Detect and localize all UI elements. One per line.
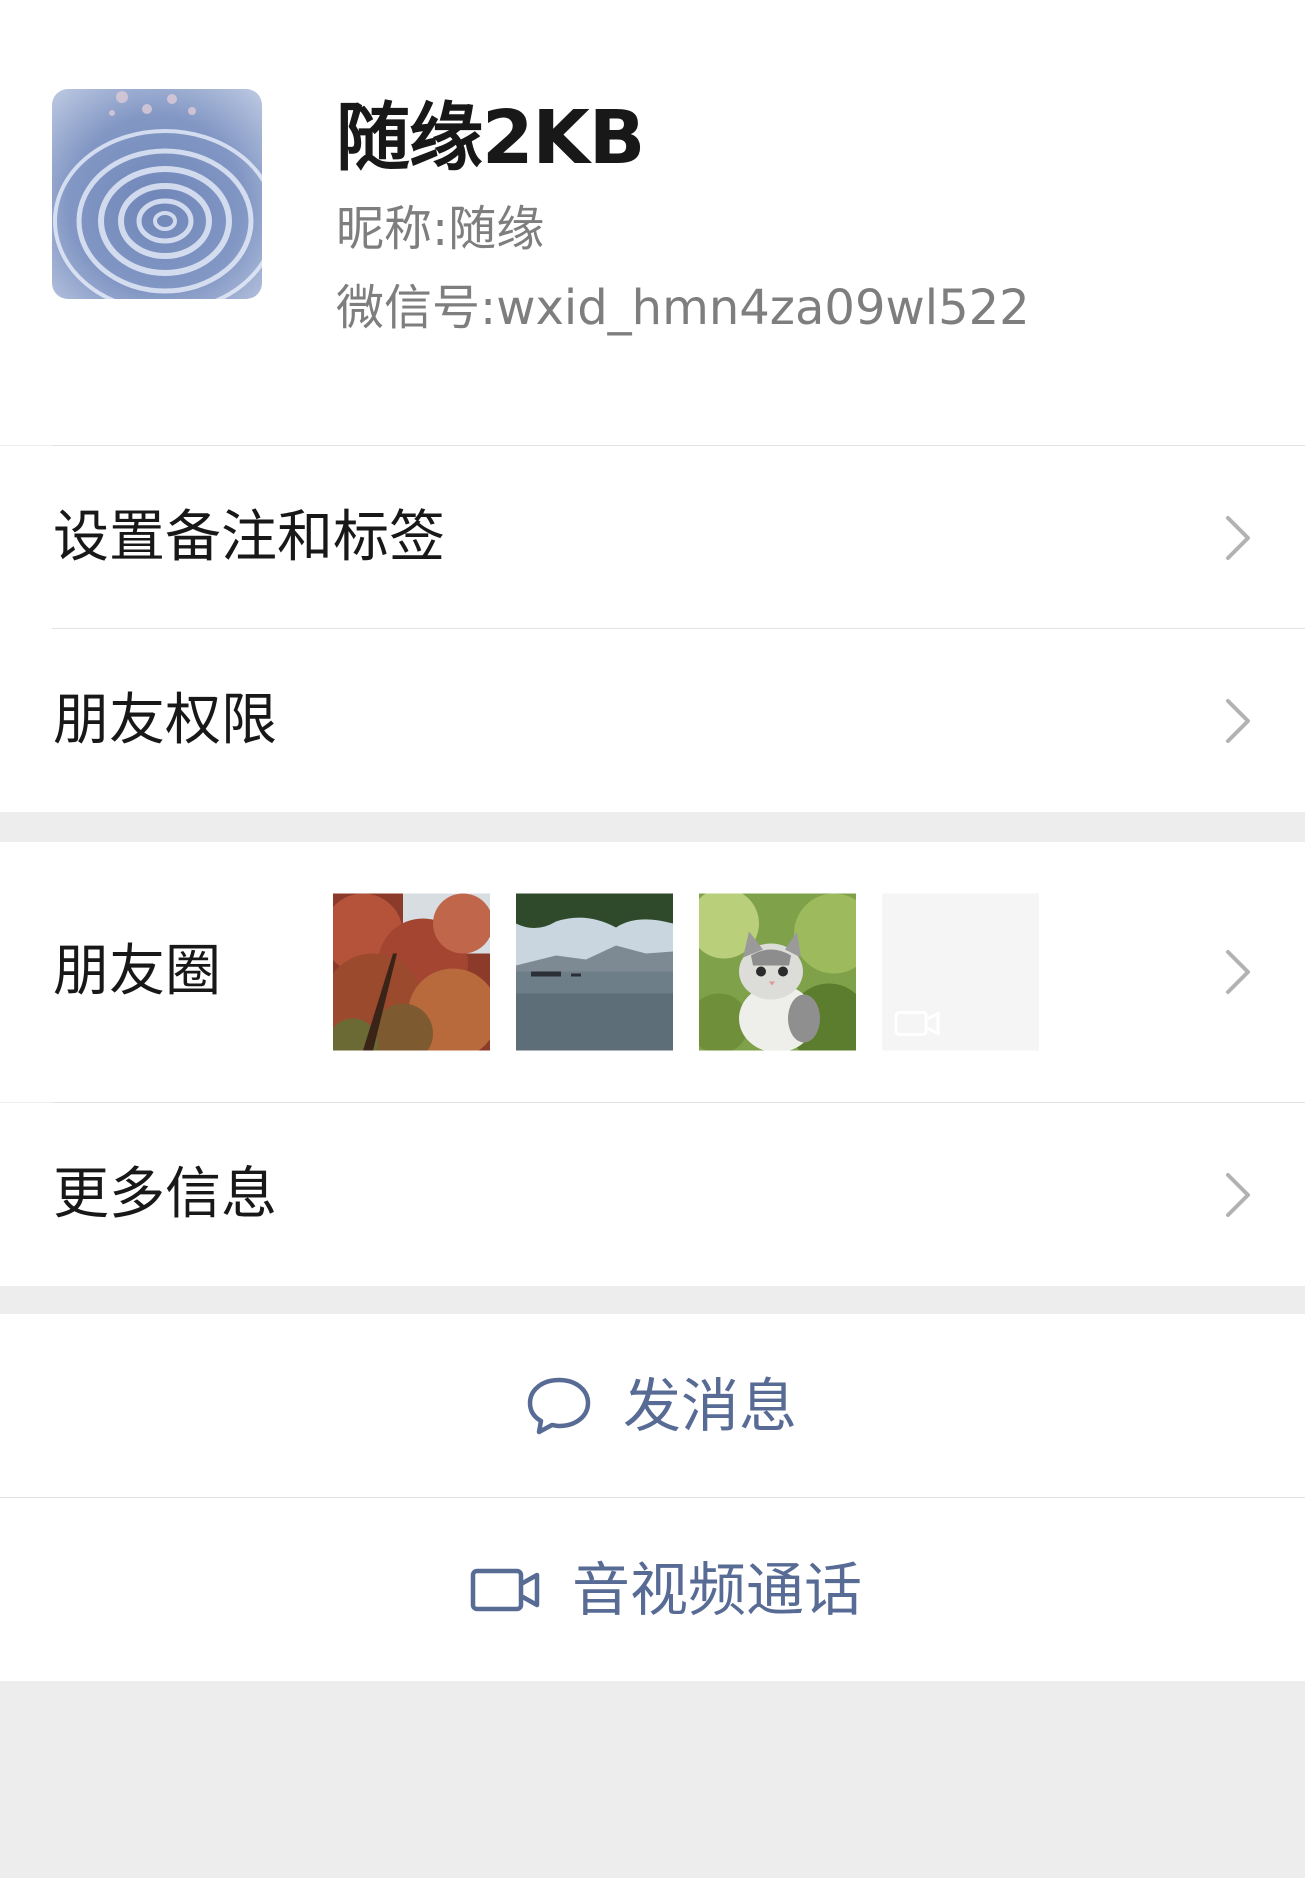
display-name: 随缘2KB xyxy=(336,95,645,181)
friend-permissions-label: 朋友权限 xyxy=(53,687,277,753)
profile-header: 随缘2KB 昵称:随缘 微信号:wxid_hmn4za09wl522 xyxy=(0,0,1305,445)
moments-thumbnails xyxy=(333,893,1039,1051)
wxid-label: 微信号: xyxy=(336,280,497,336)
chevron-right-icon xyxy=(1223,1171,1253,1219)
kitten-photo xyxy=(699,893,856,1051)
chevron-right-icon xyxy=(1223,514,1253,562)
moments-thumbnail[interactable] xyxy=(699,893,856,1051)
av-call-button[interactable]: 音视频通话 xyxy=(0,1498,1305,1681)
chat-bubble-icon xyxy=(525,1375,593,1437)
remark-and-tags-label: 设置备注和标签 xyxy=(53,504,445,570)
send-message-content: 发消息 xyxy=(525,1370,797,1442)
wxid-line: 微信号:wxid_hmn4za09wl522 xyxy=(336,278,1030,338)
avatar-water-ripple-image xyxy=(52,89,262,299)
moments-label: 朋友圈 xyxy=(53,939,221,1004)
nickname-value: 随缘 xyxy=(448,201,545,257)
moments-row[interactable]: 朋友圈 xyxy=(0,842,1305,1102)
nickname-label: 昵称: xyxy=(336,201,449,257)
remark-and-tags-row[interactable]: 设置备注和标签 xyxy=(0,446,1305,629)
moments-thumbnail[interactable] xyxy=(333,893,490,1051)
more-info-row[interactable]: 更多信息 xyxy=(0,1103,1305,1286)
wxid-value[interactable]: wxid_hmn4za09wl522 xyxy=(496,280,1030,336)
chevron-right-icon xyxy=(1223,697,1253,745)
autumn-leaves-photo xyxy=(333,893,490,1051)
send-message-button[interactable]: 发消息 xyxy=(0,1314,1305,1497)
avatar[interactable] xyxy=(52,89,262,299)
contact-profile-page: 随缘2KB 昵称:随缘 微信号:wxid_hmn4za09wl522 设置备注和… xyxy=(0,0,1305,1878)
lake-view-photo xyxy=(516,893,673,1051)
moments-video-thumbnail[interactable] xyxy=(882,893,1039,1051)
more-info-label: 更多信息 xyxy=(53,1161,277,1227)
av-call-content: 音视频通话 xyxy=(470,1554,862,1626)
send-message-label: 发消息 xyxy=(623,1371,798,1440)
moments-thumbnail[interactable] xyxy=(516,893,673,1051)
video-placeholder xyxy=(882,893,1039,1051)
av-call-label: 音视频通话 xyxy=(572,1555,863,1624)
chevron-right-icon xyxy=(1223,948,1253,996)
nickname-line: 昵称:随缘 xyxy=(336,199,544,259)
friend-permissions-row[interactable]: 朋友权限 xyxy=(0,629,1305,812)
video-camera-icon xyxy=(470,1566,542,1614)
